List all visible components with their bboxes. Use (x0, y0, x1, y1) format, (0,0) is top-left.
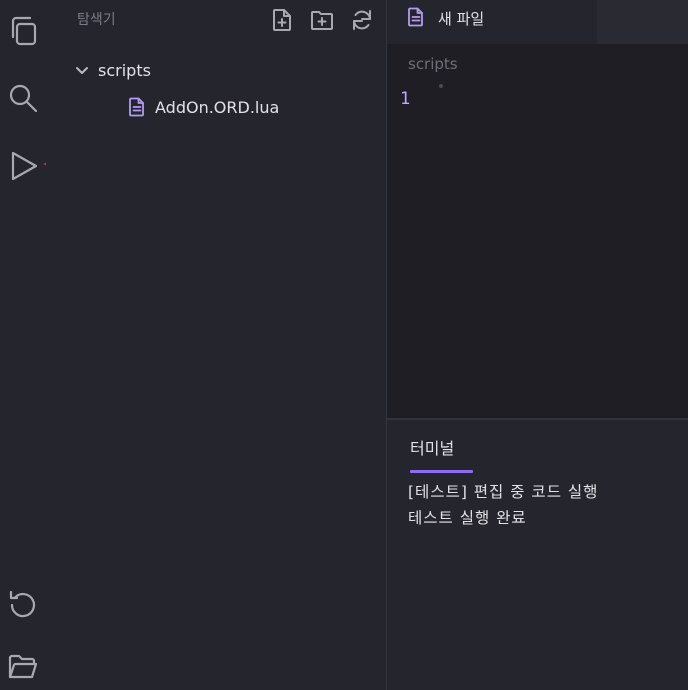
new-file-icon[interactable] (270, 8, 294, 32)
activity-bar (0, 0, 46, 690)
cursor-indicator (439, 84, 443, 88)
code-editor-area[interactable] (432, 85, 682, 405)
new-folder-icon[interactable] (310, 8, 334, 32)
chevron-down-icon (74, 62, 90, 78)
terminal-panel: 터미널 [테스트] 편집 중 코드 실행 테스트 실행 완료 (387, 420, 688, 690)
terminal-output-line: [테스트] 편집 중 코드 실행 (408, 483, 599, 501)
file-icon (128, 97, 146, 117)
copy-icon[interactable] (4, 11, 42, 49)
folder-open-icon[interactable] (4, 648, 42, 686)
tree-folder-label: scripts (98, 60, 151, 80)
tree-folder-scripts[interactable]: scripts (74, 58, 151, 82)
tabbar-empty-area (597, 0, 688, 44)
file-icon (407, 7, 425, 32)
terminal-output-line: 테스트 실행 완료 (408, 509, 527, 527)
tree-file-label: AddOn.ORD.lua (155, 97, 280, 117)
search-icon[interactable] (4, 79, 42, 117)
explorer-panel: 탐색기 scripts AddOn.ORD.lua (46, 0, 386, 690)
explorer-actions (270, 8, 374, 32)
tree-file-item[interactable]: AddOn.ORD.lua (128, 94, 279, 120)
refresh-icon[interactable] (350, 8, 374, 32)
tab-active-indicator (410, 470, 473, 473)
tab-label: 새 파일 (438, 9, 485, 28)
play-icon[interactable] (4, 147, 42, 185)
tab-new-file[interactable]: 새 파일 (387, 0, 597, 44)
tab-terminal[interactable]: 터미널 (410, 435, 454, 459)
explorer-title: 탐색기 (77, 12, 116, 28)
breadcrumb: scripts (408, 55, 458, 73)
line-number: 1 (400, 89, 411, 109)
history-icon[interactable] (4, 586, 42, 624)
editor-tabbar: 새 파일 (387, 0, 688, 44)
editor-panel: 새 파일 scripts 1 (387, 0, 688, 418)
